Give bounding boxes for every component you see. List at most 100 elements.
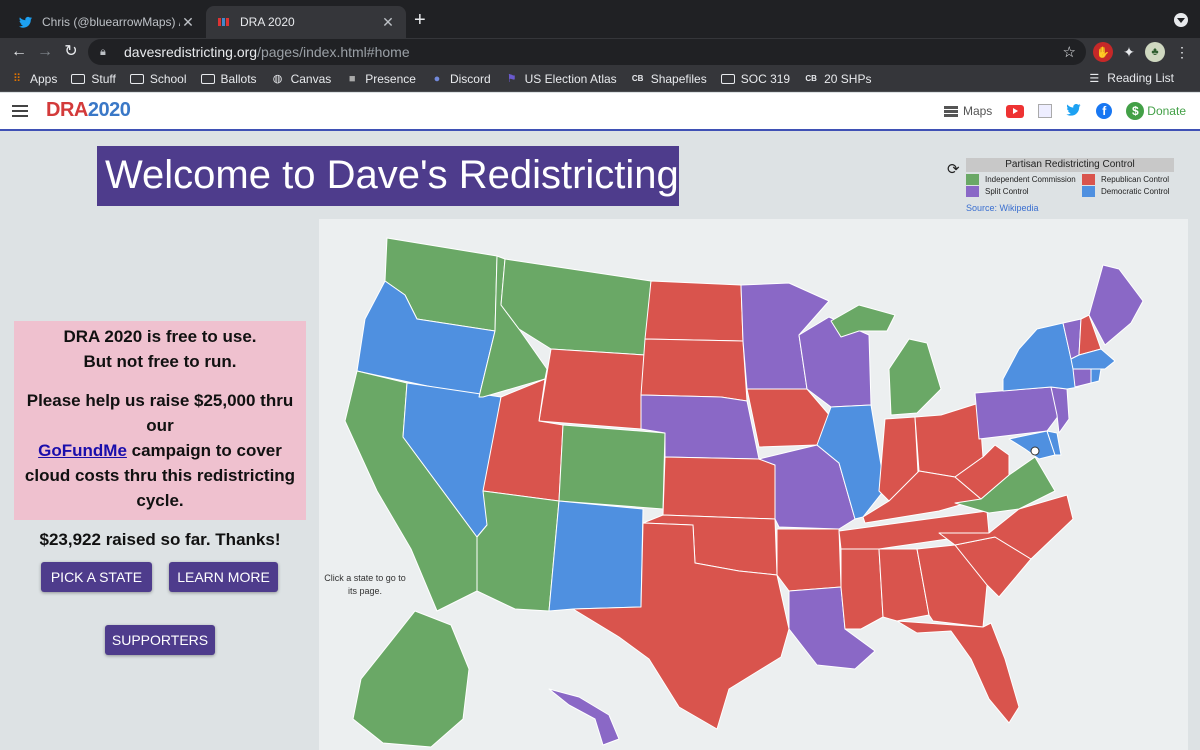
bookmark-item[interactable]: ◍ Canvas [271,72,332,86]
hamburger-menu-icon[interactable] [12,105,28,118]
state-wy [538,348,646,430]
bookmark-item[interactable]: School [129,71,187,86]
state-nm [548,500,644,612]
fund-line-2: But not free to run. [83,352,237,371]
maps-label: Maps [962,104,993,118]
globe-icon: ◍ [272,73,283,85]
bookmark-item[interactable]: ■ Presence [345,72,416,86]
state-ri [1090,368,1102,384]
folder-icon [200,72,215,86]
reading-list-button[interactable]: ☰ Reading List [1087,71,1174,85]
gofundme-link[interactable]: GoFundMe [38,441,127,460]
bookmark-item[interactable]: ● Discord [430,72,491,86]
state-mi [888,338,942,416]
browser-toolbar: ← → ↻ 🔒︎ davesredistricting.org/pages/in… [0,38,1200,66]
fund-appeal: Please help us raise $25,000 thru our GoF… [14,388,306,513]
apps-grid-icon: ⠿ [12,73,22,85]
legend-item: Independent Commission [966,174,1076,185]
tab-search-icon[interactable] [1174,13,1188,27]
fund-raised: $23,922 raised so far. Thanks! [39,530,281,549]
refresh-map-icon[interactable]: ⟳ [947,160,960,178]
address-bar[interactable]: 🔒︎ davesredistricting.org/pages/index.ht… [88,39,1086,65]
reading-list-icon: ☰ [1089,72,1100,85]
back-icon[interactable]: ← [8,41,30,63]
bookmark-label: SOC 319 [740,71,791,86]
donate-label: Donate [1147,104,1186,118]
legend-item: Democratic Control [1082,186,1169,197]
facebook-icon[interactable]: f [1096,103,1113,119]
folder-icon [129,72,144,86]
page-title: Welcome to Dave's Redistricting [97,146,679,206]
cb-icon: CB [631,74,644,83]
legend-title: Partisan Redistricting Control [966,158,1174,172]
us-map[interactable] [319,219,1188,750]
legend-label: Split Control [985,187,1029,196]
supporters-button[interactable]: SUPPORTERS [105,625,215,655]
bookmark-label: US Election Atlas [524,71,617,86]
tab-twitter[interactable]: Chris (@bluearrowMaps) / Twitt ✕ [8,6,206,38]
youtube-icon[interactable] [1006,104,1025,118]
tab-dra2020[interactable]: DRA 2020 ✕ [206,6,406,38]
bookmark-label: Shapefiles [650,71,707,86]
dc-marker [1030,446,1040,456]
bookmark-label: Ballots [220,71,257,86]
state-ak [352,610,470,748]
bookmark-item[interactable]: CB Shapefiles [631,72,707,86]
legend-item: Split Control [966,186,1029,197]
dra-favicon-icon [216,14,232,30]
folder-icon [720,72,735,86]
bookmark-item[interactable]: ⚑ US Election Atlas [505,72,617,86]
legend-swatch [966,174,979,185]
state-sd [640,338,748,402]
learn-more-button[interactable]: LEARN MORE [169,562,278,592]
adblock-extension-icon[interactable]: ✋ [1093,42,1113,62]
state-hi [548,688,620,746]
fundraising-box: DRA 2020 is free to use. But not free to… [14,321,306,549]
state-ct [1072,368,1092,388]
bookmark-item[interactable]: CB 20 SHPs [804,72,871,86]
dra-logo[interactable]: DRA2020 [46,99,131,122]
folder-icon [71,72,86,86]
new-tab-icon[interactable]: + [414,10,426,30]
broken-image-icon[interactable] [1038,104,1053,118]
donate-link[interactable]: $ Donate [1126,102,1186,120]
profile-avatar[interactable]: ♣ [1145,42,1165,62]
legend-swatch [1082,186,1095,197]
state-az [476,490,560,612]
legend-source-link[interactable]: Source: Wikipedia [966,203,1039,213]
maps-link[interactable]: Maps [943,104,993,118]
reload-icon[interactable]: ↻ [60,41,82,63]
state-me [1088,264,1144,346]
twitter-icon[interactable] [1066,103,1082,120]
us-map-panel: Click a state to go to its page. [319,219,1188,750]
bookmark-star-icon[interactable]: ☆ [1063,43,1076,61]
bookmark-item[interactable]: Ballots [200,71,257,86]
fund-line-1: DRA 2020 is free to use. [63,327,257,346]
bookmark-item[interactable]: ⠿ Apps [10,72,57,86]
logo-text-dra: DRA [46,99,88,121]
fund-appeal-start: Please help us raise $25,000 thru our [26,391,294,435]
url-path: /pages/index.html#home [257,44,410,60]
bookmark-label: School [149,71,187,86]
bookmark-label: Stuff [91,71,116,86]
legend-swatch [966,186,979,197]
pick-a-state-button[interactable]: PICK A STATE [41,562,152,592]
bookmark-label: Apps [30,71,58,86]
close-tab-icon[interactable]: ✕ [180,14,196,31]
reading-list-label: Reading List [1107,71,1174,85]
bookmark-item[interactable]: SOC 319 [720,71,791,86]
legend-label: Independent Commission [985,175,1076,184]
site-header: DRA2020 Maps f $ Donate [0,93,1200,131]
bookmark-item[interactable]: Stuff [71,71,116,86]
url-host: davesredistricting.org [124,44,258,60]
browser-menu-icon[interactable]: ⋮ [1172,42,1192,62]
browser-tab-strip: Chris (@bluearrowMaps) / Twitt ✕ DRA 202… [0,0,1200,38]
extensions-puzzle-icon[interactable]: ✦ [1119,42,1139,62]
state-ar [776,528,842,592]
close-tab-icon[interactable]: ✕ [380,14,396,31]
bookmark-label: 20 SHPs [824,71,872,86]
maps-grid-icon [943,105,958,117]
logo-text-2020: 2020 [87,99,131,121]
forward-icon[interactable]: → [34,41,56,63]
header-links: Maps f $ Donate [930,102,1186,120]
